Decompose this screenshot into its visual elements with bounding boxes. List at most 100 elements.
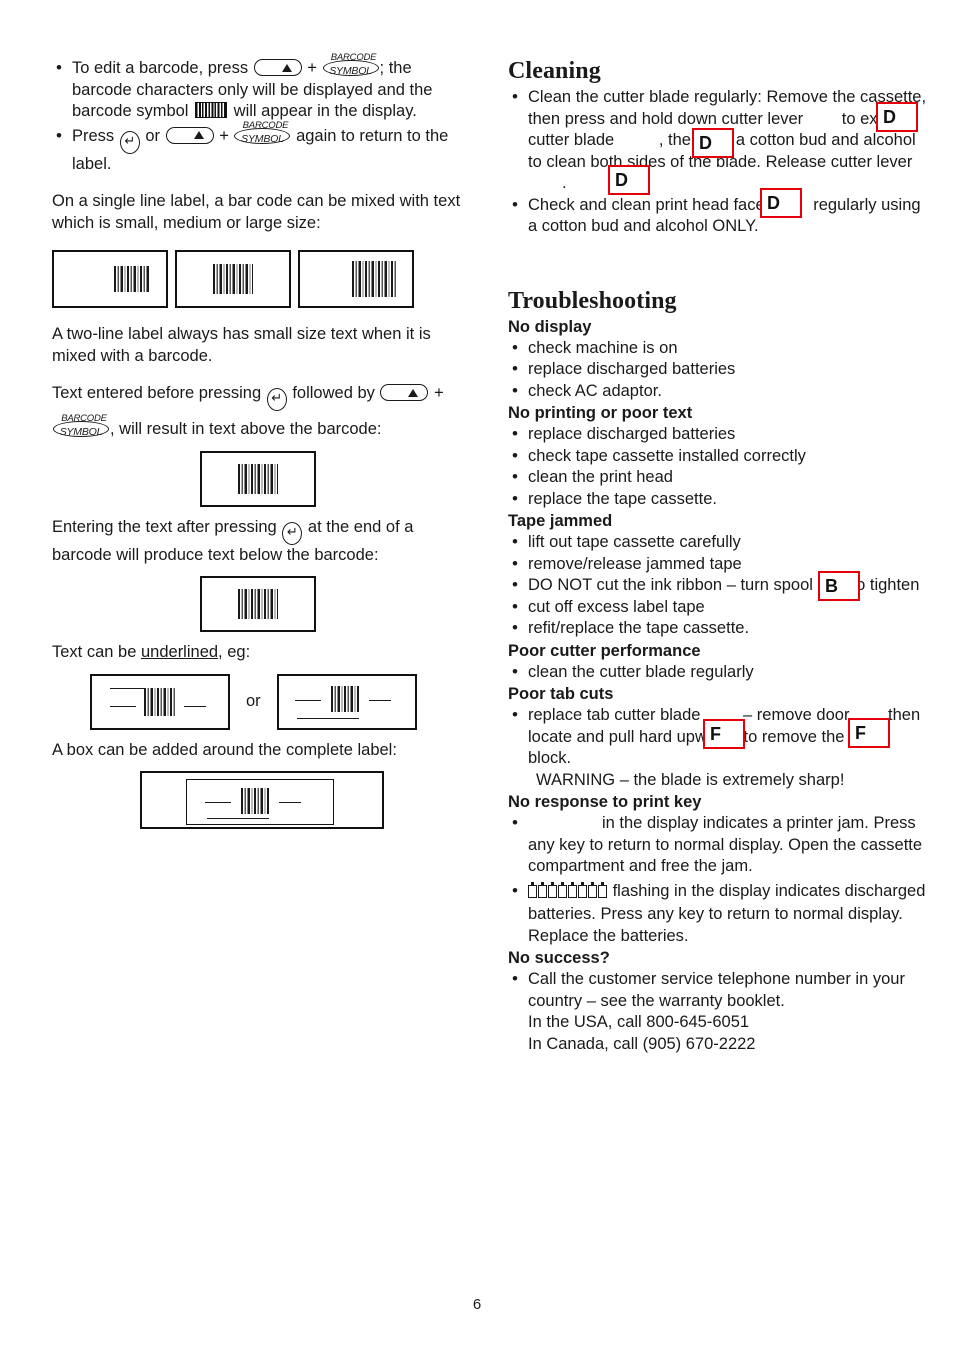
underline-rule [184, 705, 206, 707]
annotation-box-tab-f2[interactable]: F [848, 718, 890, 748]
poor-cutter-list: clean the cutter blade regularly [508, 661, 928, 684]
underlined-word: underlined [140, 643, 219, 661]
label-example-inner-box [186, 779, 334, 825]
no-success-list: Call the customer service telephone numb… [508, 968, 928, 1055]
list-item: check machine is on [508, 337, 928, 360]
underline-rule [296, 717, 359, 719]
no-display-list: check machine is on replace discharged b… [508, 337, 928, 403]
underline-rule [110, 705, 136, 707]
label-example-text-above [200, 450, 316, 507]
list-item: replace discharged batteries [508, 358, 928, 381]
label-example-underline-right [276, 673, 417, 730]
plus-sign: + [219, 126, 229, 145]
tape-jammed-list: lift out tape cassette carefully remove/… [508, 531, 928, 640]
cleaning-seg-5: Check and clean print head face [528, 195, 765, 214]
barcode-graphic [238, 463, 278, 494]
bullet-text-pre: To edit a barcode, press [72, 59, 249, 77]
press-label: Press [72, 126, 115, 145]
page-number: 6 [472, 1296, 482, 1313]
barcode-key-mid-label: SYMBOL [329, 65, 372, 77]
bullet-edit-barcode: To edit a barcode, press + BARCODE SYMBO… [52, 52, 472, 123]
annotation-box-cleaning-d4[interactable]: D [760, 188, 802, 218]
list-item: clean the print head [508, 466, 928, 489]
list-item: clean the cutter blade regularly [508, 661, 928, 684]
annotation-box-spool-b[interactable]: B [818, 571, 860, 601]
cleaning-bullet-print-head: Check and clean print head face regularl… [508, 194, 928, 238]
shift-key-icon [380, 384, 429, 401]
barcode-key-mid-label: SYMBOL [241, 132, 284, 145]
list-item-battery: flashing in the display indicates discha… [508, 880, 928, 948]
annotation-box-cleaning-d1[interactable]: D [876, 102, 918, 132]
list-item: check AC adaptor. [508, 380, 928, 403]
left-column: To edit a barcode, press + BARCODE SYMBO… [52, 52, 472, 829]
annotation-box-cleaning-d2[interactable]: D [692, 128, 734, 158]
no-response-list: in the display indicates a printer jam. … [508, 812, 928, 948]
underline-part1: Text can be [52, 643, 137, 661]
right-column: Cleaning Clean the cutter blade regularl… [508, 58, 928, 1055]
bullet-press-return: Press ↵ or + BARCODE SYMBOL again to ret… [52, 120, 472, 176]
barcode-display-symbol-icon [195, 102, 228, 118]
troubleshooting-heading: Troubleshooting [508, 287, 677, 314]
annotation-box-tab-f1[interactable]: F [703, 719, 745, 749]
barcode-symbol-key-icon: BARCODE SYMBOL [322, 52, 379, 77]
barcode-graphic [241, 788, 269, 819]
battery-low-icon [528, 881, 608, 905]
tab-text-pre: replace tab cutter blade [528, 706, 701, 724]
sub-heading-poor-cutter: Poor cutter performance [508, 641, 701, 660]
barcode-edit-bullets: To edit a barcode, press + BARCODE SYMBO… [52, 52, 472, 176]
plus-sign: + [434, 384, 444, 402]
underline-rule [205, 802, 231, 803]
single-line-label-paragraph: On a single line label, a bar code can b… [52, 192, 461, 232]
underline-rule [294, 699, 321, 701]
label-example-medium [175, 250, 291, 308]
enter-key-icon: ↵ [119, 130, 140, 154]
document-page: To edit a barcode, press + BARCODE SYMBO… [0, 0, 954, 1352]
text-above-barcode-example-row [52, 450, 472, 507]
text-after-part1: Entering the text after pressing [52, 517, 277, 536]
shift-key-icon [165, 126, 214, 144]
barcode-graphic [330, 685, 359, 712]
or-separator-label: or [246, 692, 261, 710]
label-example-outer-box [140, 771, 384, 829]
no-printing-list: replace discharged batteries check tape … [508, 423, 928, 511]
text-before-part2: followed by [292, 384, 375, 402]
sub-heading-no-display: No display [508, 317, 592, 336]
underline-rule [207, 818, 269, 819]
list-item-spool: DO NOT cut the ink ribbon – turn spool t… [508, 574, 928, 597]
or-label: or [145, 126, 161, 145]
enter-key-icon: ↵ [266, 388, 287, 411]
barcode-graphic [238, 589, 278, 619]
text-after-paragraph: Entering the text after pressing ↵ at th… [52, 517, 472, 567]
enter-key-icon: ↵ [282, 521, 303, 545]
sub-heading-poor-tab-cuts: Poor tab cuts [508, 685, 614, 703]
annotation-box-cleaning-d3[interactable]: D [608, 165, 650, 195]
sub-heading-no-success: No success? [508, 949, 610, 967]
plus-sign: + [307, 59, 317, 77]
tab-text-mid: – remove door [743, 706, 850, 724]
label-example-small [52, 250, 168, 308]
text-before-part1: Text entered before pressing [52, 384, 262, 402]
sub-heading-no-printing: No printing or poor text [508, 404, 693, 422]
text-before-paragraph: Text entered before pressing ↵ followed … [52, 383, 472, 441]
list-item: lift out tape cassette carefully [508, 531, 928, 554]
label-example-underline-left [90, 673, 230, 730]
text-before-part4: , will result in text above the barcode: [110, 420, 382, 438]
barcode-symbol-key-icon: BARCODE SYMBOL [234, 120, 291, 145]
box-around-label-paragraph: A box can be added around the complete l… [52, 740, 397, 759]
jam-text: in the display indicates a printer jam. … [528, 814, 923, 875]
cleaning-heading: Cleaning [508, 58, 601, 84]
underline-example-row: or [52, 673, 472, 730]
barcode-key-mid-label: SYMBOL [59, 426, 103, 438]
size-example-row [52, 250, 472, 308]
underline-part2: , eg: [218, 643, 251, 661]
boxed-label-example-row [52, 771, 472, 829]
text-below-barcode-example-row [52, 576, 472, 632]
shift-key-icon [253, 59, 302, 76]
underline-rule [368, 699, 391, 701]
list-item: cut off excess label tape [508, 596, 928, 619]
list-item: refit/replace the tape cassette. [508, 617, 928, 640]
list-item: replace the tape cassette. [508, 488, 928, 511]
underline-rule [279, 802, 301, 803]
barcode-graphic [144, 687, 176, 716]
list-item: remove/release jammed tape [508, 553, 928, 576]
